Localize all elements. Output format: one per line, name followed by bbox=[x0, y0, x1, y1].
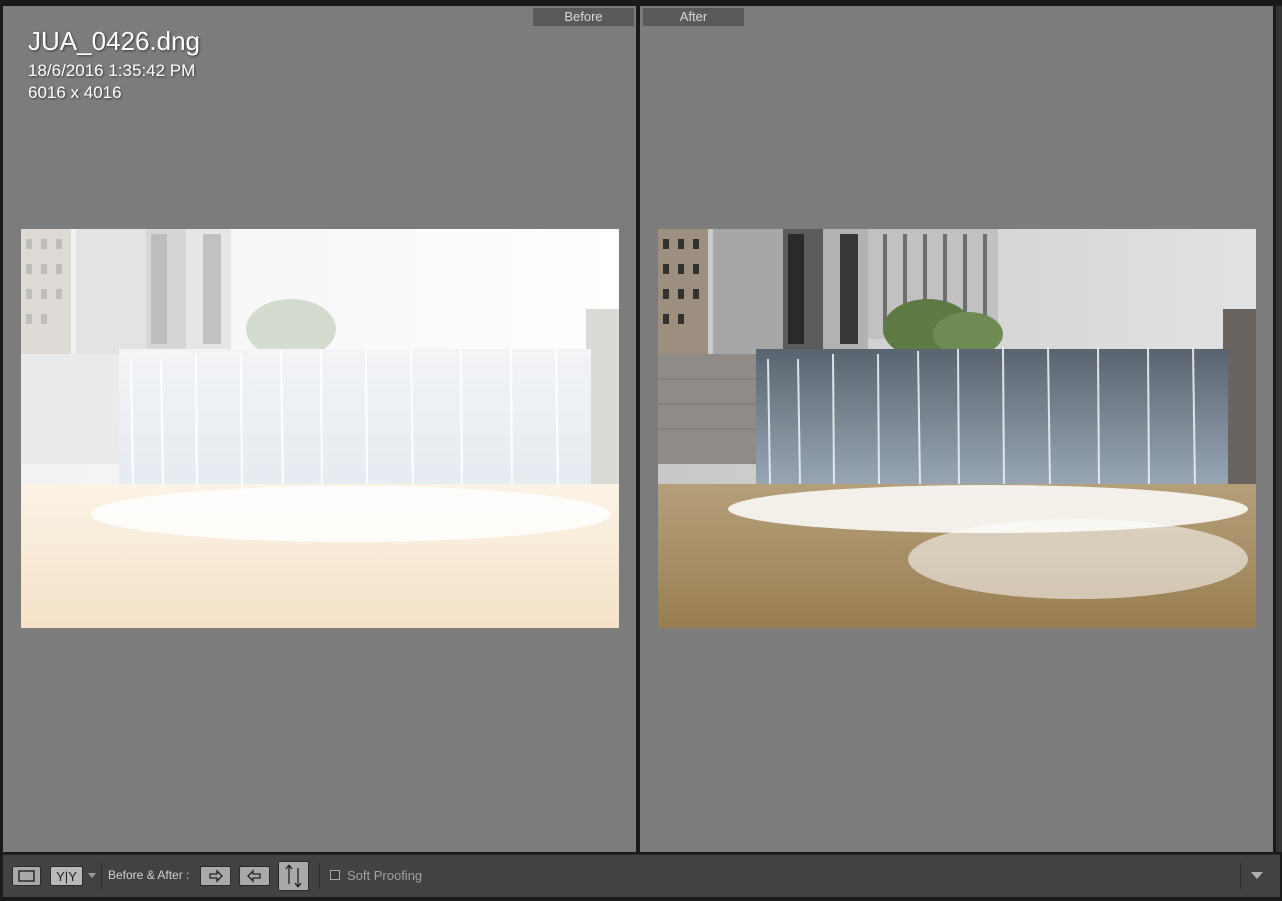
after-tab-label: After bbox=[643, 8, 744, 26]
yy-compare-icon: Y|Y bbox=[56, 869, 77, 884]
single-view-icon bbox=[18, 870, 35, 882]
swap-before-after-button[interactable] bbox=[278, 861, 309, 891]
before-after-label: Before & After : bbox=[108, 868, 190, 882]
window-edge bbox=[1276, 6, 1282, 852]
photo-datetime: 18/6/2016 1:35:42 PM bbox=[28, 61, 196, 80]
arrow-left-icon bbox=[247, 869, 261, 883]
photo-dimensions: 6016 x 4016 bbox=[28, 83, 122, 102]
bottom-toolbar: Y|Y Before & After : Soft Proofing bbox=[3, 854, 1280, 897]
toolbar-divider bbox=[319, 863, 320, 889]
toolbar-divider bbox=[101, 863, 102, 889]
view-mode-button[interactable] bbox=[12, 866, 41, 886]
arrow-right-icon bbox=[209, 869, 223, 883]
after-pane: After bbox=[640, 6, 1273, 852]
soft-proofing-label[interactable]: Soft Proofing bbox=[347, 868, 422, 883]
compare-mode-button[interactable]: Y|Y bbox=[50, 866, 83, 886]
photo-filename: JUA_0426.dng bbox=[28, 26, 201, 56]
before-pane: Before JUA_0426.dng 18/6/2016 1:35:42 PM… bbox=[3, 6, 636, 852]
copy-after-to-before-button[interactable] bbox=[239, 866, 270, 886]
before-tab-label: Before bbox=[533, 8, 634, 26]
copy-before-to-after-button[interactable] bbox=[200, 866, 231, 886]
before-photo[interactable] bbox=[21, 229, 619, 628]
compare-mode-label: Y|Y bbox=[56, 869, 77, 884]
swap-arrows-icon bbox=[285, 864, 302, 888]
soft-proofing-checkbox[interactable] bbox=[330, 870, 340, 880]
after-photo[interactable] bbox=[658, 229, 1256, 628]
chevron-down-icon[interactable] bbox=[1251, 872, 1263, 880]
compare-mode-dropdown-icon[interactable] bbox=[88, 873, 96, 879]
toolbar-divider bbox=[1240, 863, 1241, 889]
